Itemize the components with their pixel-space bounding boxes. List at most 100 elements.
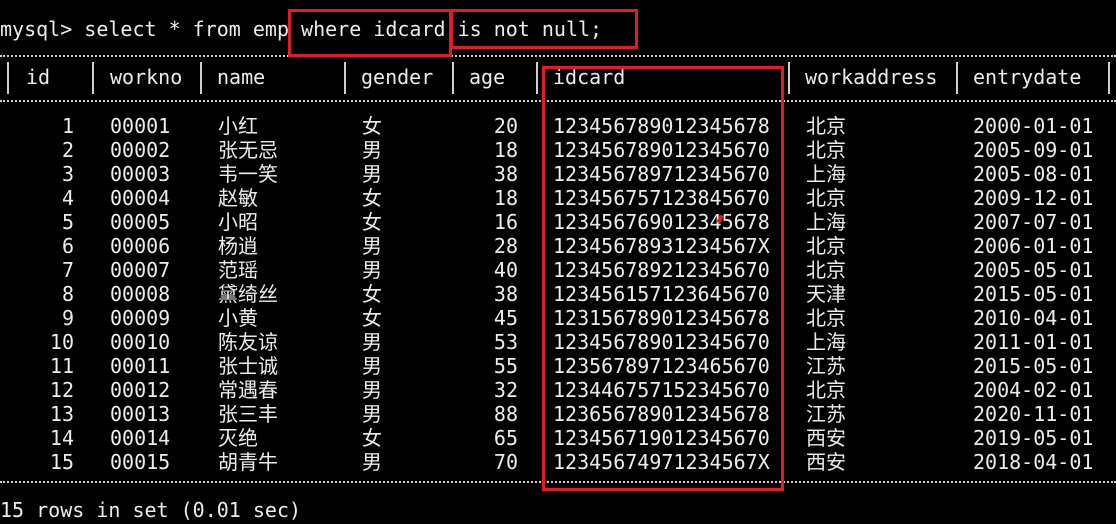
cell-workno: 00002 [110, 138, 171, 162]
cell-name: 灭绝 [218, 426, 258, 450]
cell-id: 4 [61, 186, 74, 210]
cell-workno: 00014 [110, 426, 171, 450]
cell-age: 16 [493, 210, 518, 234]
cell-entrydate: 2015-05-01 [973, 354, 1094, 378]
cell-workno: 00013 [110, 402, 171, 426]
cell-entrydate: 2011-01-01 [973, 330, 1094, 354]
cell-gender: 男 [362, 402, 382, 426]
cell-age: 88 [493, 402, 518, 426]
cell-entrydate: 2005-09-01 [973, 138, 1094, 162]
cell-gender: 男 [362, 258, 382, 282]
highlight-is-not-null [450, 9, 638, 49]
cell-age: 38 [493, 162, 518, 186]
column-divider [788, 62, 790, 94]
cell-workno: 00012 [110, 378, 171, 402]
cell-workaddress: 上海 [806, 162, 846, 186]
column-divider [200, 62, 202, 94]
cell-age: 53 [493, 330, 518, 354]
cell-entrydate: 2005-05-01 [973, 258, 1094, 282]
cell-name: 小红 [218, 114, 258, 138]
header-workno: workno [110, 65, 183, 89]
cell-name: 张士诚 [218, 354, 278, 378]
cell-workno: 00011 [110, 354, 171, 378]
cell-id: 6 [61, 234, 74, 258]
cell-workaddress: 天津 [806, 282, 846, 306]
cell-workaddress: 江苏 [806, 354, 846, 378]
cell-name: 常遇春 [218, 378, 278, 402]
cell-id: 5 [61, 210, 74, 234]
cell-age: 45 [493, 306, 518, 330]
cell-age: 38 [493, 282, 518, 306]
header-workaddress: workaddress [805, 65, 938, 89]
cell-workaddress: 北京 [806, 234, 846, 258]
cell-id: 14 [49, 426, 74, 450]
cell-name: 黛绮丝 [218, 282, 278, 306]
cell-workaddress: 北京 [806, 114, 846, 138]
table-top-border [0, 55, 1116, 57]
cell-gender: 男 [362, 450, 382, 474]
cell-entrydate: 2009-12-01 [973, 186, 1094, 210]
cell-workno: 00008 [110, 282, 171, 306]
cell-entrydate: 2005-08-01 [973, 162, 1094, 186]
cell-age: 70 [493, 450, 518, 474]
cell-workaddress: 北京 [806, 306, 846, 330]
header-name: name [217, 65, 266, 89]
cell-workaddress: 北京 [806, 138, 846, 162]
cell-workno: 00001 [110, 114, 171, 138]
cell-entrydate: 2010-04-01 [973, 306, 1094, 330]
cell-workno: 00015 [110, 450, 171, 474]
cell-id: 3 [61, 162, 74, 186]
cell-workno: 00003 [110, 162, 171, 186]
cell-id: 1 [61, 114, 74, 138]
cell-workno: 00009 [110, 306, 171, 330]
column-divider [344, 62, 346, 94]
cell-gender: 男 [362, 234, 382, 258]
cell-id: 7 [61, 258, 74, 282]
cell-workno: 00005 [110, 210, 171, 234]
header-age: age [469, 65, 506, 89]
cell-id: 10 [49, 330, 74, 354]
cell-gender: 男 [362, 162, 382, 186]
cell-id: 12 [49, 378, 74, 402]
cell-age: 18 [493, 138, 518, 162]
cell-id: 15 [49, 450, 74, 474]
cell-gender: 男 [362, 330, 382, 354]
command-select: select * from emp [84, 17, 302, 41]
cell-name: 韦一笑 [218, 162, 278, 186]
cell-entrydate: 2020-11-01 [973, 402, 1094, 426]
cell-entrydate: 2015-05-01 [973, 282, 1094, 306]
column-divider [92, 62, 94, 94]
cell-name: 胡青牛 [218, 450, 278, 474]
cell-name: 赵敏 [218, 186, 258, 210]
cell-name: 小黄 [218, 306, 258, 330]
cell-workaddress: 江苏 [806, 402, 846, 426]
column-divider [7, 62, 9, 94]
cell-workaddress: 北京 [806, 258, 846, 282]
cell-workaddress: 西安 [806, 450, 846, 474]
cell-entrydate: 2000-01-01 [973, 114, 1094, 138]
mysql-prompt: mysql> [0, 17, 85, 41]
cell-workaddress: 上海 [806, 210, 846, 234]
cell-workaddress: 北京 [806, 186, 846, 210]
cell-name: 小昭 [218, 210, 258, 234]
cell-name: 陈友谅 [218, 330, 278, 354]
cell-gender: 女 [362, 426, 382, 450]
column-divider [1108, 62, 1110, 94]
header-entrydate: entrydate [973, 65, 1082, 89]
cell-name: 杨逍 [218, 234, 258, 258]
cell-workno: 00010 [110, 330, 171, 354]
cell-age: 18 [493, 186, 518, 210]
mysql-terminal[interactable]: mysql> select * from emp where idcard is… [0, 0, 1116, 524]
cell-id: 11 [49, 354, 74, 378]
cell-workaddress: 上海 [806, 330, 846, 354]
cell-workno: 00006 [110, 234, 171, 258]
cell-age: 40 [493, 258, 518, 282]
cell-age: 55 [493, 354, 518, 378]
cell-gender: 女 [362, 282, 382, 306]
cell-id: 8 [61, 282, 74, 306]
column-divider [452, 62, 454, 94]
cell-gender: 女 [362, 186, 382, 210]
cell-age: 28 [493, 234, 518, 258]
cell-entrydate: 2007-07-01 [973, 210, 1094, 234]
cell-workaddress: 西安 [806, 426, 846, 450]
